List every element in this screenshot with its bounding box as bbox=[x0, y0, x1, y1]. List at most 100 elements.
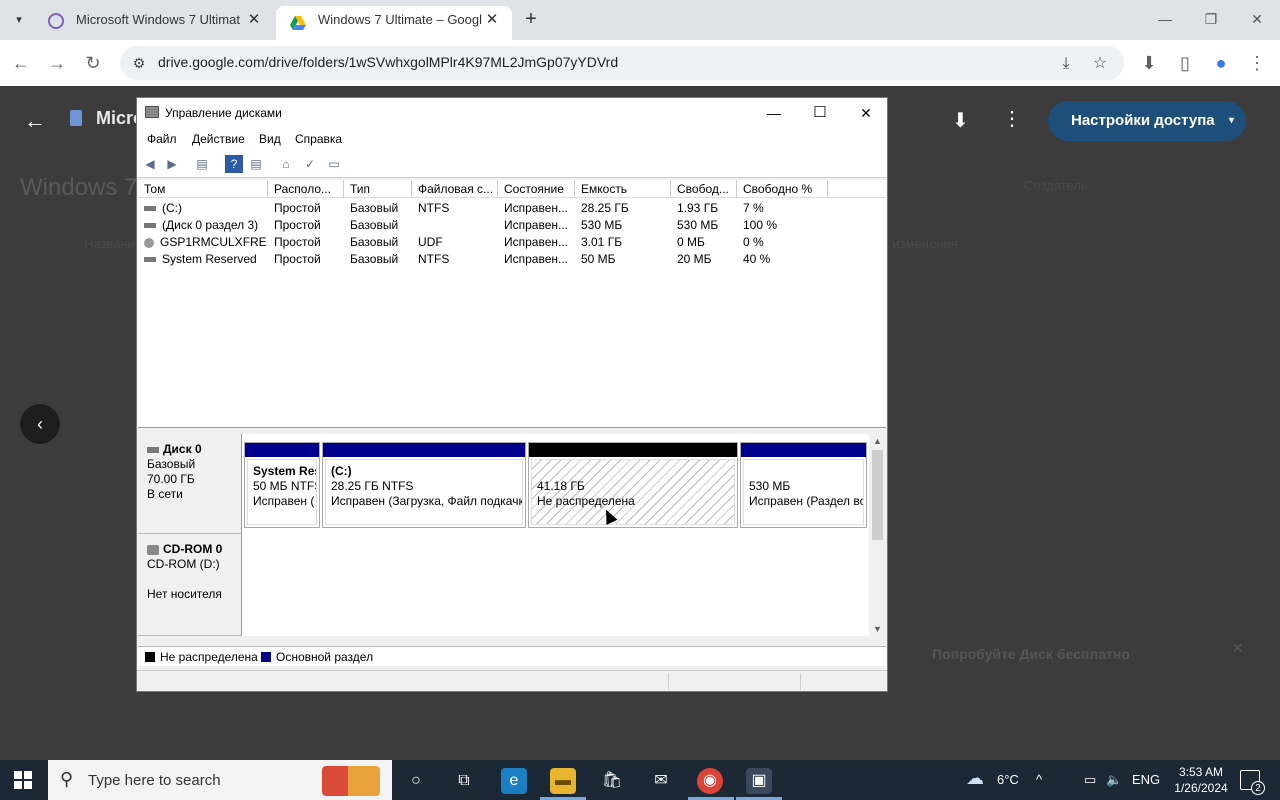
install-app-icon[interactable]: ⤓ bbox=[1056, 54, 1076, 74]
volume-icon bbox=[144, 257, 156, 263]
legend-swatch-primary bbox=[261, 652, 271, 662]
tab-windows7-ultimate-inactive[interactable]: Microsoft Windows 7 Ultimate ✕ bbox=[34, 6, 274, 40]
cd-icon bbox=[144, 237, 154, 248]
maximize-icon[interactable]: ☐ bbox=[805, 102, 835, 124]
scroll-up-icon[interactable]: ▲ bbox=[869, 436, 886, 446]
windows-start-icon[interactable] bbox=[14, 771, 32, 789]
taskbar-search-box[interactable]: ⚲ Type here to search bbox=[48, 760, 392, 800]
tab-search-button[interactable]: ▾ bbox=[8, 10, 30, 30]
volume-type: Базовый bbox=[350, 218, 399, 232]
volume-capacity: 3.01 ГБ bbox=[581, 235, 623, 249]
menu-view[interactable]: Вид bbox=[259, 132, 281, 146]
profile-icon[interactable]: ● bbox=[1210, 52, 1232, 74]
check-icon[interactable]: ✓ bbox=[301, 155, 319, 173]
connect-icon[interactable]: ⌂ bbox=[277, 155, 295, 173]
address-bar[interactable]: ⚙ drive.google.com/drive/folders/1wSVwhx… bbox=[120, 46, 1124, 80]
column-volume[interactable]: Том bbox=[138, 180, 268, 198]
cortana-icon[interactable]: ○ bbox=[403, 768, 429, 794]
partition-disk0-part3[interactable]: 530 МБ Исправен (Раздел вс bbox=[740, 442, 867, 528]
back-icon[interactable]: ← bbox=[10, 52, 32, 74]
chrome-icon[interactable]: ◉ bbox=[697, 768, 723, 794]
side-panel-icon[interactable]: ▯ bbox=[1174, 52, 1196, 74]
task-view-icon[interactable]: ⧉ bbox=[451, 768, 477, 794]
search-highlight-image[interactable] bbox=[322, 766, 380, 796]
forward-icon[interactable]: ▶ bbox=[163, 155, 181, 173]
scrollbar-thumb[interactable] bbox=[872, 450, 883, 540]
download-icon[interactable]: ⬇ bbox=[952, 108, 969, 133]
reload-icon[interactable]: ↻ bbox=[82, 52, 104, 74]
volume-icon bbox=[144, 223, 156, 229]
weather-temperature[interactable]: 6°C bbox=[997, 772, 1019, 787]
close-window-icon[interactable]: ✕ bbox=[1242, 8, 1272, 30]
back-arrow-icon[interactable]: ← bbox=[24, 108, 46, 134]
help-icon[interactable]: ? bbox=[225, 155, 243, 173]
close-icon[interactable]: ✕ bbox=[851, 102, 881, 124]
chevron-down-icon[interactable]: ▾ bbox=[1229, 101, 1234, 141]
partition-c[interactable]: (C:) 28.25 ГБ NTFS Исправен (Загрузка, Ф… bbox=[322, 442, 526, 528]
more-options-icon[interactable]: ⋮ bbox=[1002, 106, 1022, 131]
column-status[interactable]: Состояние bbox=[498, 180, 575, 198]
volume-row[interactable]: System Reserved Простой Базовый NTFS Исп… bbox=[138, 251, 886, 268]
volume-row[interactable]: (C:) Простой Базовый NTFS Исправен... 28… bbox=[138, 200, 886, 217]
properties-icon[interactable]: ▤ bbox=[247, 155, 265, 173]
downloads-icon[interactable]: ⬇ bbox=[1138, 52, 1160, 74]
promo-close-icon[interactable]: ✕ bbox=[1232, 640, 1244, 657]
language-indicator[interactable]: ENG bbox=[1132, 772, 1160, 787]
scroll-down-icon[interactable]: ▼ bbox=[869, 624, 886, 634]
forward-icon[interactable]: → bbox=[46, 52, 68, 74]
disk0-label[interactable]: Диск 0 Базовый 70.00 ГБ В сети bbox=[138, 434, 242, 534]
minimize-icon[interactable]: — bbox=[1150, 8, 1180, 30]
network-icon[interactable]: ▭ bbox=[1084, 772, 1096, 788]
tab-close-icon[interactable]: ✕ bbox=[246, 6, 262, 34]
tray-chevron-icon[interactable]: ^ bbox=[1036, 772, 1042, 787]
column-free-percent[interactable]: Свободно % bbox=[737, 180, 828, 198]
taskbar-clock[interactable]: 3:53 AM 1/26/2024 bbox=[1166, 764, 1236, 796]
previous-file-button[interactable]: ‹ bbox=[20, 404, 60, 444]
vertical-scrollbar[interactable]: ▲ ▼ bbox=[869, 434, 886, 636]
column-type[interactable]: Тип bbox=[344, 180, 412, 198]
column-layout[interactable]: Располо... bbox=[268, 180, 344, 198]
volume-row[interactable]: (Диск 0 раздел 3) Простой Базовый Исправ… bbox=[138, 217, 886, 234]
menu-action[interactable]: Действие bbox=[192, 132, 245, 146]
new-tab-button[interactable]: + bbox=[520, 8, 542, 30]
partition-system-reserved[interactable]: System Res 50 МБ NTFS Исправен ( bbox=[244, 442, 320, 528]
column-capacity[interactable]: Емкость bbox=[575, 180, 671, 198]
partition-unallocated[interactable]: 41.18 ГБ Не распределена bbox=[528, 442, 738, 528]
notification-center-icon[interactable]: 2 bbox=[1240, 770, 1265, 795]
notification-count-badge: 2 bbox=[1251, 781, 1265, 795]
bookmark-star-icon[interactable]: ☆ bbox=[1090, 54, 1110, 74]
mail-icon[interactable]: ✉ bbox=[648, 768, 674, 794]
chrome-menu-icon[interactable]: ⋮ bbox=[1246, 52, 1268, 74]
volume-icon[interactable]: 🔈 bbox=[1106, 772, 1122, 788]
minimize-icon[interactable]: — bbox=[759, 102, 789, 124]
sort-label: Создатель bbox=[1024, 178, 1088, 193]
volume-status: Исправен... bbox=[504, 218, 569, 232]
back-icon[interactable]: ◀ bbox=[141, 155, 159, 173]
disk0-state: В сети bbox=[147, 487, 183, 501]
settings-icon[interactable]: ▭ bbox=[325, 155, 343, 173]
volume-row[interactable]: GSP1RMCULXFRE... Простой Базовый UDF Исп… bbox=[138, 234, 886, 251]
weather-cloud-icon[interactable]: ☁ bbox=[966, 768, 984, 789]
clock-date: 1/26/2024 bbox=[1174, 781, 1228, 795]
tab-google-drive-active[interactable]: Windows 7 Ultimate – Google ✕ bbox=[276, 6, 512, 40]
disk-management-icon[interactable]: ▣ bbox=[746, 768, 772, 794]
file-explorer-icon[interactable]: ▬ bbox=[550, 768, 576, 794]
google-drive-icon bbox=[290, 13, 306, 30]
column-filesystem[interactable]: Файловая с... bbox=[412, 180, 498, 198]
menu-help[interactable]: Справка bbox=[295, 132, 342, 146]
volume-free: 0 МБ bbox=[677, 235, 705, 249]
cdrom0-label[interactable]: CD-ROM 0 CD-ROM (D:) Нет носителя bbox=[138, 534, 242, 636]
window-titlebar[interactable]: Управление дисками — ☐ ✕ bbox=[137, 98, 887, 128]
edge-icon[interactable]: e bbox=[501, 768, 527, 794]
column-free-space[interactable]: Свобод... bbox=[671, 180, 737, 198]
menu-bar: Файл Действие Вид Справка bbox=[137, 128, 887, 150]
restore-icon[interactable]: ❐ bbox=[1196, 8, 1226, 30]
share-settings-button[interactable]: Настройки доступа ▾ bbox=[1048, 101, 1246, 141]
url-text[interactable]: drive.google.com/drive/folders/1wSVwhxgo… bbox=[158, 54, 618, 70]
tab-close-icon[interactable]: ✕ bbox=[484, 6, 500, 34]
menu-file[interactable]: Файл bbox=[147, 132, 177, 146]
store-icon[interactable]: 🛍 bbox=[599, 768, 625, 794]
site-info-icon[interactable]: ⚙ bbox=[130, 54, 148, 72]
list-view-icon[interactable]: ▤ bbox=[193, 155, 211, 173]
volume-filesystem: NTFS bbox=[418, 201, 450, 215]
